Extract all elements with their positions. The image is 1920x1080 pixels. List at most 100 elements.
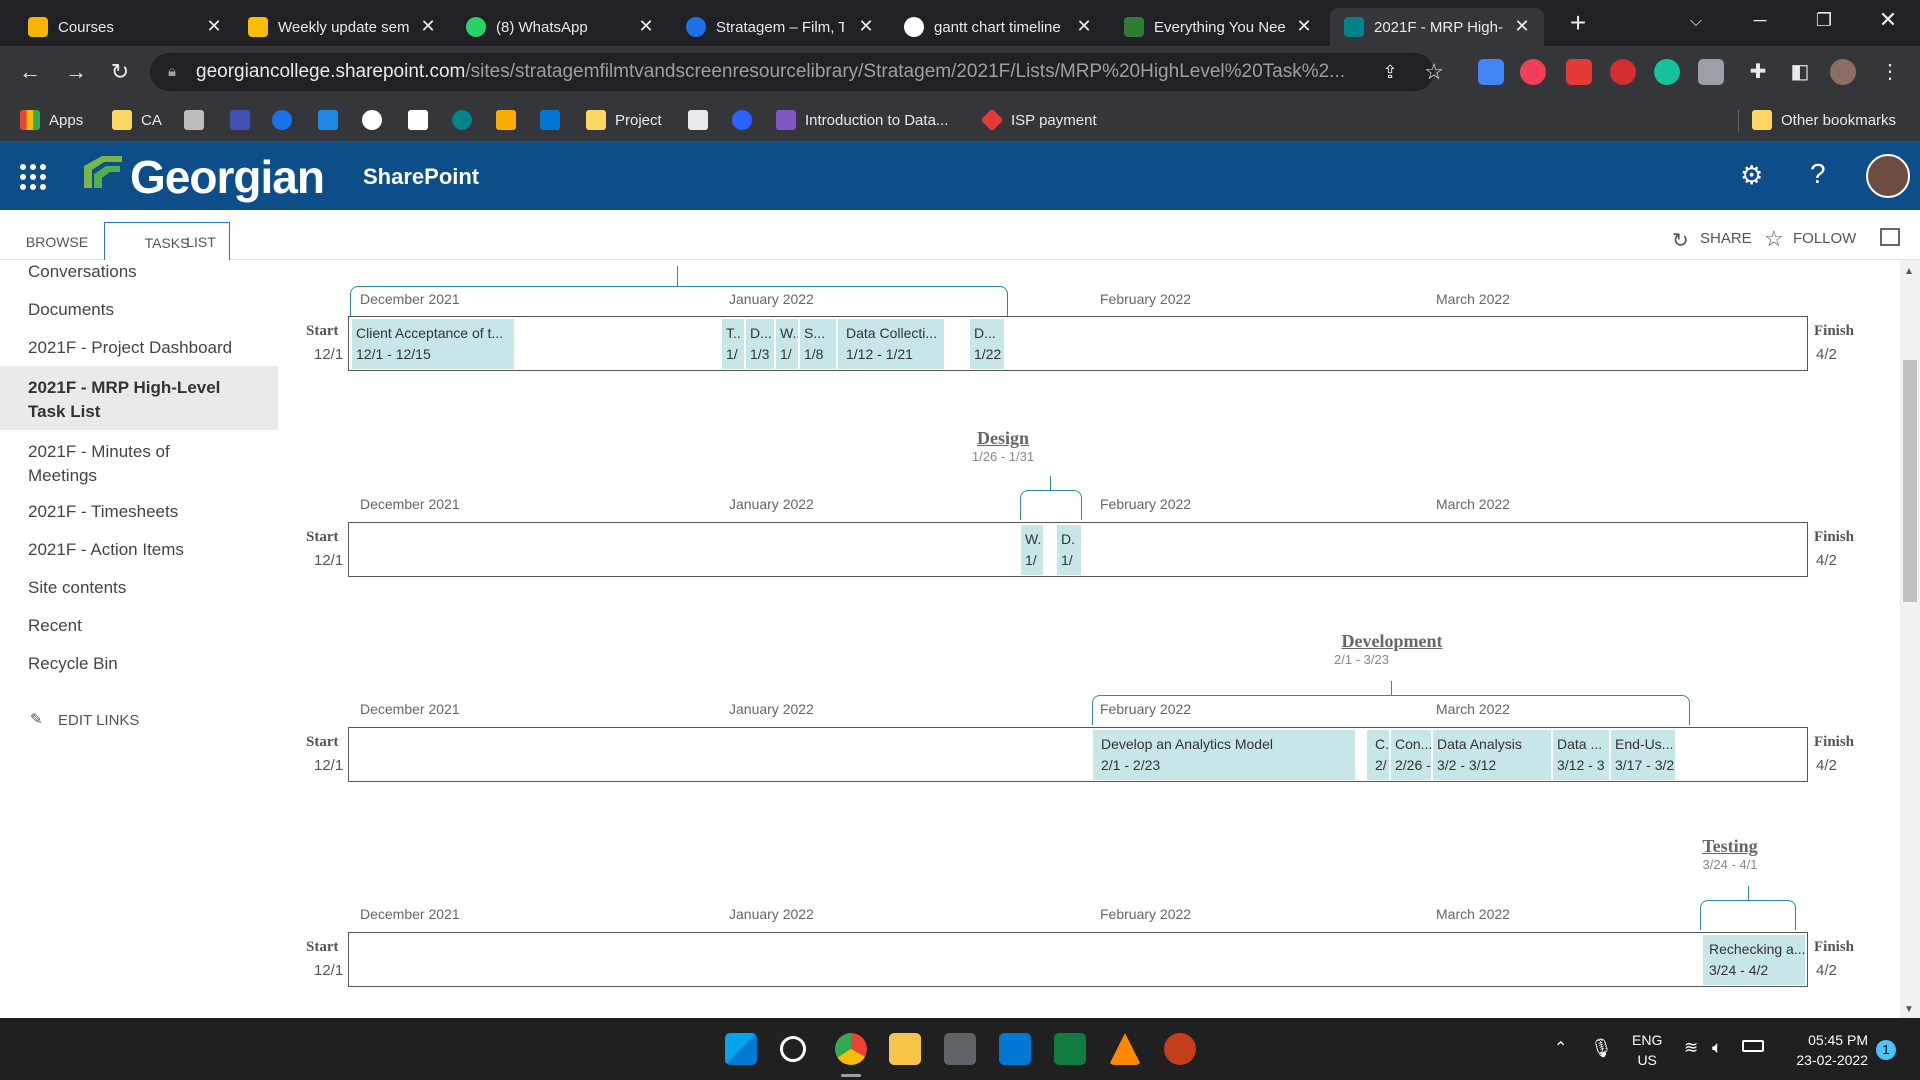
profile-avatar-icon[interactable] [1830,59,1856,85]
focus-mode-icon[interactable] [1880,228,1900,246]
language-indicator[interactable]: ENG US [1632,1030,1662,1070]
clock[interactable]: 05:45 PM 23-02-2022 [1786,1030,1868,1070]
wifi-icon[interactable]: ≋ [1684,1038,1698,1058]
scrollbar-thumb[interactable] [1903,360,1917,602]
search-icon[interactable] [780,1036,806,1062]
timeline-task[interactable]: W..1/ [776,319,798,369]
follow-star-icon[interactable]: ☆ [1764,226,1784,252]
follow-button[interactable]: FOLLOW [1793,230,1856,247]
georgian-brand[interactable]: Georgian [130,150,325,204]
close-tab-icon[interactable]: ✕ [856,16,876,37]
timeline-task[interactable]: D... 1/22 [970,319,1004,369]
nav-item-conversations[interactable]: Conversations [28,260,268,284]
settings-gear-icon[interactable]: ⚙ [1740,160,1763,191]
phase-development[interactable]: Development 2/1 - 3/23 [1322,631,1462,667]
timeline-task[interactable]: Client Acceptance of t... 12/1 - 12/15 [352,319,514,369]
timeline-task[interactable]: Data Analysis 3/2 - 3/12 [1433,730,1551,780]
browser-tab[interactable]: Everything You Nee ✕ [1124,8,1314,46]
tab-search-icon[interactable]: ⌵ [1682,8,1710,36]
grammarly-extension-icon[interactable] [1654,59,1680,85]
share-icon[interactable]: ↻ [1672,228,1689,253]
bookmark-icon-5[interactable] [362,108,391,132]
timeline-task[interactable]: D. 1/ [1057,525,1081,575]
pocket-extension-icon[interactable] [1520,59,1546,85]
bookmark-icon-7[interactable] [452,108,481,132]
close-tab-icon[interactable]: ✕ [1294,16,1314,37]
bookmark-icon-2[interactable] [230,108,259,132]
reload-icon[interactable]: ↻ [106,58,134,86]
nav-item-project-dashboard[interactable]: 2021F - Project Dashboard [28,336,268,360]
file-explorer-icon[interactable] [889,1033,921,1065]
close-tab-icon[interactable]: ✕ [636,16,656,37]
address-bar[interactable]: 🔒︎ georgiancollege.sharepoint.com/sites/… [150,53,1434,91]
bookmark-icon-1[interactable] [184,108,213,132]
vlc-icon[interactable] [1109,1033,1141,1065]
help-icon[interactable]: ? [1810,158,1826,190]
minimize-icon[interactable]: ─ [1746,6,1774,34]
bookmark-icon-6[interactable] [408,108,437,132]
page-scrollbar[interactable]: ▲ ▼ [1900,260,1920,1018]
close-tab-icon[interactable]: ✕ [418,16,438,37]
bookmark-icon-11[interactable] [732,108,761,132]
bookmark-apps[interactable]: Apps [20,108,83,132]
timeline-task[interactable]: Con... 2/26 - [1391,730,1431,780]
battery-icon[interactable] [1742,1040,1764,1052]
nav-item-site-contents[interactable]: Site contents [28,576,268,600]
bookmark-intro-data[interactable]: Introduction to Data... [776,108,948,132]
scroll-down-icon[interactable]: ▼ [1904,1004,1914,1015]
show-hidden-icons-icon[interactable]: ⌃ [1554,1038,1567,1058]
timeline-task[interactable]: Rechecking a... 3/24 - 4/2 [1703,935,1805,985]
nav-item-action-items[interactable]: 2021F - Action Items [28,538,268,562]
user-avatar[interactable] [1866,154,1910,198]
tab-browse[interactable]: BROWSE [20,222,94,260]
bookmark-icon-9[interactable] [540,108,569,132]
forward-icon[interactable]: → [62,58,90,86]
bookmark-icon-10[interactable] [688,108,717,132]
phase-design[interactable]: Design 1/26 - 1/31 [948,428,1058,464]
close-tab-icon[interactable]: ✕ [1512,16,1532,37]
close-tab-icon[interactable]: ✕ [1074,16,1094,37]
timeline-task[interactable]: Data ... 3/12 - 3 [1553,730,1609,780]
nav-item-recycle-bin[interactable]: Recycle Bin [28,652,268,676]
browser-tab-active[interactable]: 2021F - MRP High- ✕ [1330,8,1544,46]
bookmark-icon-4[interactable] [318,108,347,132]
sharepoint-app-title[interactable]: SharePoint [363,164,479,190]
bookmark-other[interactable]: Other bookmarks [1752,108,1896,132]
microphone-icon[interactable]: 🎙︎ [1590,1038,1613,1059]
nav-item-documents[interactable]: Documents [28,298,268,322]
browser-tab[interactable]: gantt chart timeline ✕ [904,8,1094,46]
powerpoint-icon[interactable] [1164,1033,1196,1065]
timeline-task[interactable]: End-Us... 3/17 - 3/2 [1611,730,1675,780]
nav-item-timesheets[interactable]: 2021F - Timesheets [28,500,268,524]
restore-icon[interactable]: ❐ [1810,6,1838,34]
browser-tab[interactable]: (8) WhatsApp ✕ [466,8,656,46]
timeline-task[interactable]: S... 1/8 [800,319,836,369]
nav-item-minutes[interactable]: 2021F - Minutes of Meetings [28,440,228,488]
chrome-icon[interactable] [835,1033,867,1065]
timeline-task[interactable]: T.. 1/ [722,319,744,369]
timeline-task[interactable]: Data Collecti... 1/12 - 1/21 [838,319,944,369]
timeline-task[interactable]: Develop an Analytics Model 2/1 - 2/23 [1093,730,1355,780]
scroll-up-icon[interactable]: ▲ [1904,266,1914,277]
volume-icon[interactable]: 🔈︎ [1712,1038,1722,1058]
bookmark-star-icon[interactable]: ☆ [1420,58,1448,86]
notification-badge[interactable]: 1 [1876,1040,1896,1060]
bookmark-icon-3[interactable] [272,108,301,132]
pdf-extension-icon[interactable] [1566,59,1592,85]
nav-item-mrp-task-list[interactable]: 2021F - MRP High-Level Task List [28,376,248,424]
bookmark-isp-payment[interactable]: ISP payment [980,108,1097,132]
translate-extension-icon[interactable] [1478,59,1504,85]
adblock-extension-icon[interactable] [1610,59,1636,85]
excel-icon[interactable] [1054,1033,1086,1065]
tab-list[interactable]: LIST [178,222,224,260]
browser-tab[interactable]: Stratagem – Film, T ✕ [686,8,876,46]
side-panel-icon[interactable]: ◧ [1786,58,1814,86]
phase-testing[interactable]: Testing 3/24 - 4/1 [1688,836,1772,872]
edit-links-button[interactable]: EDIT LINKS [58,712,139,729]
start-windows-icon[interactable] [725,1033,757,1065]
new-tab-icon[interactable]: + [1564,9,1592,37]
extensions-puzzle-icon[interactable]: ✚ [1744,58,1772,86]
browser-tab[interactable]: Courses ✕ [28,8,224,46]
bookmark-folder-ca[interactable]: CA [112,108,162,132]
bookmark-icon-8[interactable] [496,108,525,132]
